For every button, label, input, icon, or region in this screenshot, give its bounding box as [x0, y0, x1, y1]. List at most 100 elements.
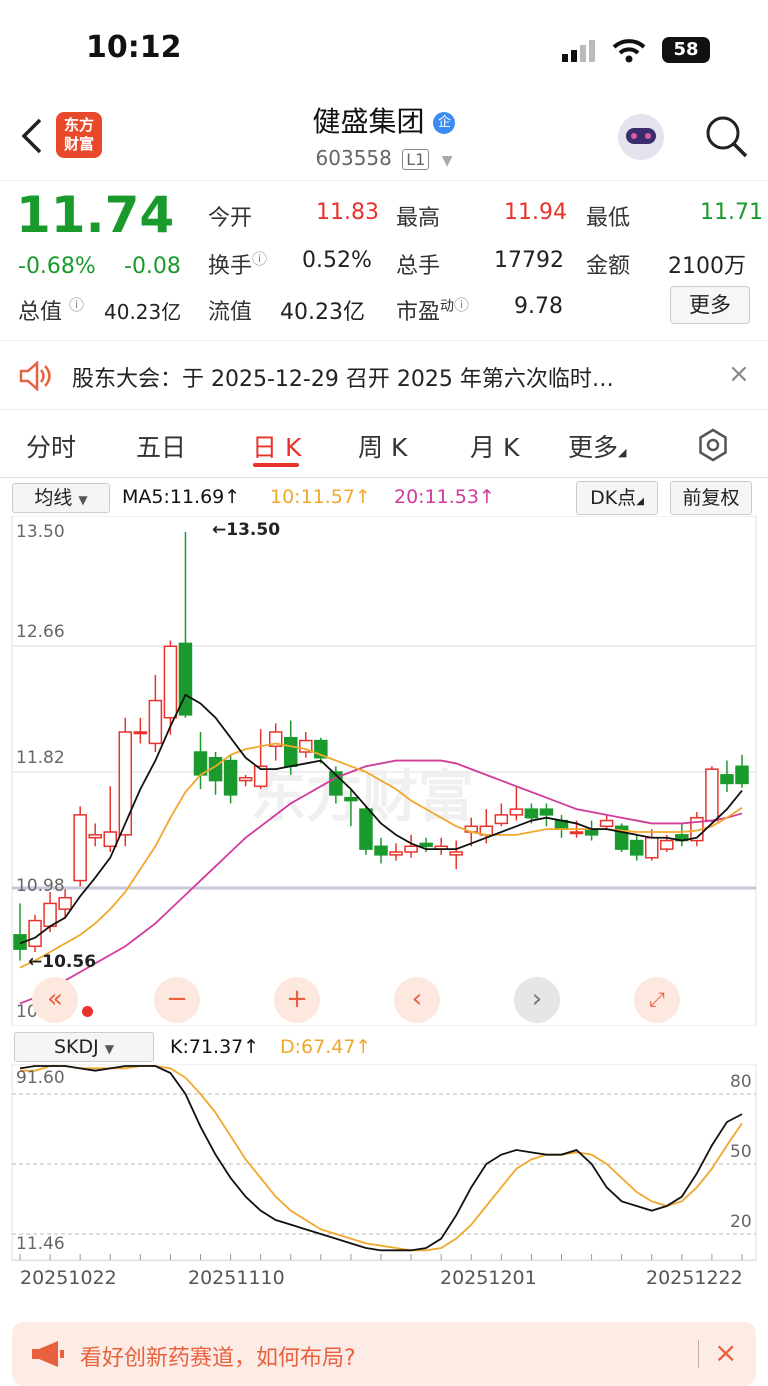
candle-body — [73, 814, 87, 882]
skdj-d-value: D:67.47↑ — [280, 1036, 372, 1058]
fast-back-button[interactable]: « — [32, 977, 78, 1023]
skdj-axis-50: 50 — [730, 1142, 752, 1162]
tab-monthly-k[interactable]: 月 K — [470, 428, 519, 464]
candle — [705, 766, 719, 824]
zoom-out-button[interactable]: − — [154, 977, 200, 1023]
tab-weekly-k[interactable]: 周 K — [358, 428, 407, 464]
candle-body — [705, 768, 719, 822]
date-label: 20251201 — [440, 1267, 537, 1289]
indicator-selector[interactable]: SKDJ ▼ — [14, 1032, 154, 1062]
adjust-button[interactable]: 前复权 — [670, 481, 752, 515]
candle-body — [419, 842, 433, 848]
kline-axis-top: 13.50 — [16, 522, 65, 542]
candle-body — [223, 759, 238, 796]
live-dot — [82, 1006, 93, 1017]
active-tab-indicator — [253, 463, 299, 467]
robot-avatar-icon[interactable] — [618, 114, 664, 160]
megaphone-icon — [30, 1340, 66, 1372]
skdj-axis-top: 91.60 — [16, 1068, 65, 1088]
candle — [374, 837, 388, 864]
volume-value: 17792 — [494, 248, 564, 273]
tab-more[interactable]: 更多◢ — [568, 428, 626, 464]
date-label: 20251022 — [20, 1267, 117, 1289]
status-time: 10:12 — [86, 30, 182, 65]
candle-body — [569, 831, 584, 835]
candle-body — [720, 774, 734, 785]
candle — [133, 717, 148, 744]
banner-close-icon[interactable]: × — [714, 1336, 737, 1369]
search-icon[interactable] — [704, 114, 748, 162]
info-icon: ⓘ — [252, 250, 268, 268]
close-icon[interactable]: × — [728, 359, 750, 389]
pe-value: 9.78 — [514, 294, 563, 319]
candle-body — [284, 736, 298, 768]
candle — [314, 737, 328, 764]
fullscreen-button[interactable]: ⤢ — [634, 977, 680, 1023]
candle — [73, 806, 87, 887]
high-marker: ←13.50 — [212, 520, 281, 540]
skdj_d-line — [20, 1065, 743, 1252]
tab-five-day[interactable]: 五日 — [136, 428, 186, 464]
next-button[interactable]: › — [514, 977, 560, 1023]
candle-body — [494, 814, 509, 825]
ma-selector[interactable]: 均线 ▼ — [12, 483, 110, 513]
date-label: 20251222 — [646, 1267, 743, 1289]
candle-body — [88, 834, 102, 839]
candle — [118, 717, 133, 847]
settings-icon[interactable] — [696, 428, 730, 466]
last-price: 11.74 — [16, 186, 175, 244]
notice-bar[interactable]: 股东大会：于 2025-12-29 召开 2025 年第六次临时… × — [0, 340, 768, 410]
candle — [359, 806, 373, 855]
candle — [148, 674, 163, 752]
kline-axis-4: 10.98 — [16, 876, 65, 896]
candle-body — [118, 731, 133, 836]
candle — [404, 834, 418, 858]
candle — [494, 803, 509, 827]
skdj-axis-80: 80 — [730, 1072, 752, 1092]
turnover-value: 0.52% — [302, 248, 372, 273]
more-button[interactable]: 更多 — [670, 286, 750, 324]
info-icon: ⓘ — [454, 296, 470, 314]
candle-body — [645, 836, 659, 859]
tab-intraday[interactable]: 分时 — [26, 428, 76, 464]
candle-body — [509, 808, 524, 816]
candle-body — [148, 699, 163, 745]
low-label: 最低 — [586, 206, 631, 231]
zoom-in-button[interactable]: + — [274, 977, 320, 1023]
candle — [720, 760, 734, 792]
ma-bar: 均线 ▼ MA5:11.69↑ 10:11.57↑ 20:11.53↑ DK点◢… — [0, 480, 768, 516]
info-icon: ⓘ — [69, 296, 85, 314]
open-value: 11.83 — [316, 200, 379, 225]
enterprise-badge: 企 — [433, 112, 456, 134]
promo-banner[interactable]: 看好创新药赛道，如何布局? × — [12, 1322, 756, 1386]
candle — [178, 532, 193, 718]
candle — [253, 729, 268, 790]
change-amount: -0.08 — [124, 254, 181, 279]
mktcap-value: 40.23亿 — [104, 300, 182, 324]
high-label: 最高 — [396, 206, 441, 231]
candle — [509, 786, 524, 821]
kline-axis-3: 11.82 — [16, 748, 65, 768]
candle-body — [660, 839, 674, 850]
candle — [554, 814, 569, 838]
skdj-chart[interactable] — [0, 1064, 768, 1260]
candle-body — [404, 845, 418, 853]
battery-level: 58 — [673, 39, 699, 60]
candle — [645, 829, 659, 861]
date-label: 20251110 — [188, 1267, 285, 1289]
dk-point-button[interactable]: DK点◢ — [576, 481, 658, 515]
candle-body — [524, 808, 539, 819]
kline-chart[interactable]: 东方财富 — [0, 516, 768, 1026]
candle — [389, 843, 403, 861]
low-value: 11.71 — [700, 200, 763, 225]
notice-text: 股东大会：于 2025-12-29 召开 2025 年第六次临时… — [72, 367, 614, 392]
candle-body — [133, 731, 148, 735]
candle — [223, 754, 238, 804]
candle-body — [629, 839, 644, 856]
kline-axis-2: 12.66 — [16, 622, 65, 642]
ma5-value: MA5:11.69↑ — [122, 486, 241, 508]
prev-button[interactable]: ‹ — [394, 977, 440, 1023]
tab-daily-k[interactable]: 日 K — [252, 428, 301, 464]
candle — [599, 814, 614, 830]
candle — [299, 732, 313, 758]
